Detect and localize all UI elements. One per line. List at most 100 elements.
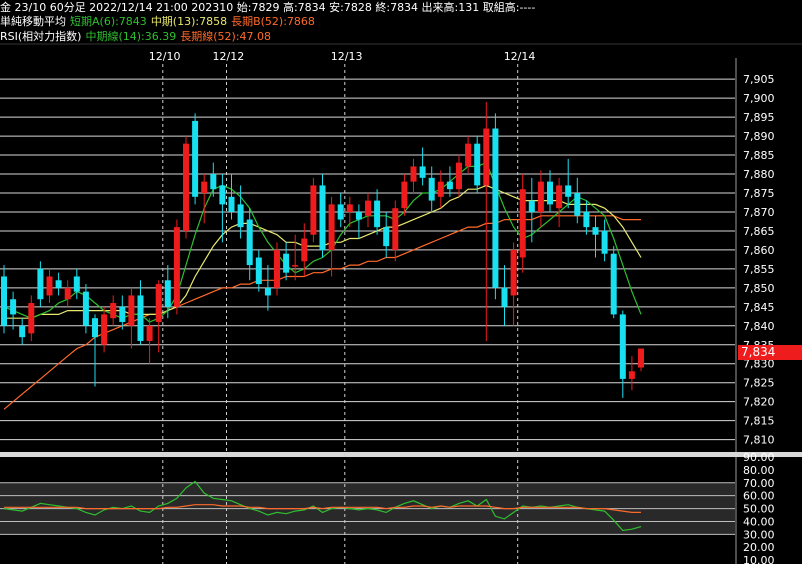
candle-body — [547, 181, 553, 205]
candle-body — [610, 253, 617, 315]
candle-body — [128, 295, 135, 326]
candle-body — [37, 268, 44, 300]
candle-body — [337, 204, 344, 220]
candle-body — [228, 196, 235, 212]
candle-body — [255, 257, 262, 285]
date-label: 12/12 — [213, 50, 245, 63]
candle-body — [246, 219, 253, 266]
candle-body — [155, 284, 162, 322]
rsi-tick-label: 80.00 — [743, 464, 775, 477]
candle-body — [383, 227, 390, 247]
candle-body — [264, 287, 271, 296]
candle-body — [319, 185, 326, 250]
candle-body — [456, 162, 462, 190]
candle-body — [355, 211, 362, 220]
candle-body — [28, 303, 35, 334]
candle-body — [392, 208, 399, 250]
price-tick-label: 7,825 — [743, 377, 775, 390]
candle-body — [619, 314, 626, 379]
price-tick-label: 7,875 — [743, 187, 775, 200]
candle-body — [583, 211, 590, 228]
candle-body — [428, 177, 435, 201]
candle-body — [528, 200, 535, 212]
price-tick-label: 7,860 — [743, 244, 775, 257]
price-tick-label: 7,895 — [743, 111, 775, 124]
price-tick-label: 7,820 — [743, 396, 775, 409]
candle-body — [173, 227, 180, 307]
candle-body — [201, 181, 208, 193]
rsi-tick-label: 50.00 — [743, 503, 775, 516]
candle-body — [164, 280, 171, 307]
candle-body — [446, 181, 453, 190]
candle-body — [556, 185, 563, 209]
candle-body — [328, 204, 335, 250]
candle-body — [119, 306, 126, 322]
candle-body — [64, 287, 71, 300]
candle-body — [301, 238, 308, 262]
rsi-tick-label: 10.00 — [743, 554, 775, 564]
price-tick-label: 7,815 — [743, 415, 775, 428]
candle-body — [237, 204, 244, 228]
candle-body — [73, 276, 80, 292]
candle-body — [565, 185, 572, 197]
price-tick-label: 7,850 — [743, 282, 775, 295]
candle-body — [592, 227, 599, 235]
candle-body — [437, 181, 444, 197]
price-tick-label: 7,870 — [743, 206, 775, 219]
candle-body — [574, 193, 581, 216]
rsi-tick-label: 30.00 — [743, 528, 775, 541]
candle-body — [310, 185, 317, 235]
candle-body — [474, 143, 481, 186]
candle-body — [519, 189, 526, 258]
candle-body — [283, 253, 290, 273]
candle-body — [292, 265, 299, 267]
candle-body — [219, 185, 226, 205]
candle-body — [510, 249, 517, 296]
candle-body — [638, 348, 644, 368]
candle-body — [82, 291, 89, 326]
current-price-badge: 7,834 — [738, 345, 802, 360]
candle-body — [55, 280, 62, 288]
candle-body — [101, 314, 108, 345]
candle-body — [110, 303, 117, 319]
candle-body — [210, 174, 217, 190]
candle-body — [137, 295, 144, 341]
candle-body — [19, 325, 26, 338]
candle-body — [465, 143, 472, 167]
candle-body — [183, 143, 189, 231]
date-label: 12/13 — [331, 50, 363, 63]
candle-body — [365, 200, 371, 216]
candle-body — [274, 249, 280, 288]
rsi-tick-label: 70.00 — [743, 477, 775, 490]
price-tick-label: 7,855 — [743, 263, 775, 276]
rsi-tick-label: 20.00 — [743, 541, 775, 554]
candle-body — [1, 276, 7, 326]
date-label: 12/14 — [504, 50, 536, 63]
price-tick-label: 7,880 — [743, 168, 775, 181]
candle-body — [46, 276, 53, 296]
candle-body — [601, 230, 608, 254]
price-tick-label: 7,890 — [743, 130, 775, 143]
candle-body — [346, 204, 353, 212]
rsi-tick-label: 60.00 — [743, 490, 775, 503]
rsi-tick-label: 40.00 — [743, 515, 775, 528]
price-tick-label: 7,810 — [743, 434, 775, 447]
candle-body — [374, 200, 381, 228]
candle-body — [492, 128, 499, 288]
price-tick-label: 7,900 — [743, 92, 775, 105]
candle-body — [537, 181, 544, 212]
price-tick-label: 7,845 — [743, 301, 775, 314]
price-tick-label: 7,885 — [743, 149, 775, 162]
price-tick-label: 7,840 — [743, 320, 775, 333]
candle-body — [628, 371, 635, 379]
price-tick-label: 7,905 — [743, 73, 775, 86]
candle-body — [419, 166, 426, 178]
rsi-tick-label: 90.00 — [743, 451, 775, 464]
chart-canvas[interactable]: 7,905 7,900 7,895 7,890 7,885 7,880 7,875 7,870… — [0, 0, 802, 564]
candle-body — [410, 166, 417, 182]
candle-body — [192, 120, 199, 197]
candle-body — [501, 287, 508, 307]
candle-body — [92, 318, 98, 338]
price-gridlines — [0, 78, 735, 441]
date-label: 12/10 — [149, 50, 181, 63]
